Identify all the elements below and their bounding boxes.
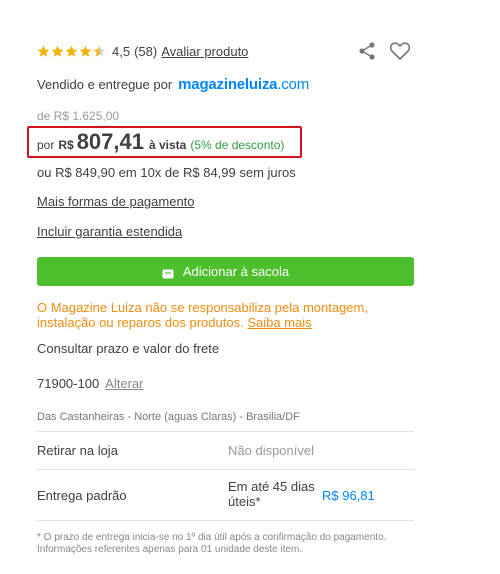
product-buy-panel: 4,5 (58) Avaliar produto Vendido e entre…	[0, 0, 500, 574]
standard-delivery-label: Entrega padrão	[37, 488, 127, 503]
more-payment-link[interactable]: Mais formas de pagamento	[37, 194, 195, 209]
rating-row: 4,5 (58) Avaliar produto	[37, 42, 248, 60]
delivery-address: Das Castanheiras - Norte (aguas Claras) …	[37, 411, 300, 423]
rating-value: 4,5	[112, 43, 131, 59]
cep-value: 71900-100	[37, 376, 100, 391]
assembly-notice: O Magazine Luiza não se responsabiliza p…	[37, 300, 417, 330]
learn-more-link[interactable]: Saiba mais	[247, 315, 311, 330]
pickup-option-status: Não disponível	[228, 443, 314, 458]
star-icon	[79, 45, 92, 58]
divider	[37, 431, 414, 432]
seller-text: Vendido e entregue por	[37, 77, 173, 92]
payment-type: à vista	[148, 138, 187, 152]
seller-info: Vendido e entregue por magazineluiza.com	[37, 76, 309, 93]
standard-delivery-price: R$ 96,81	[322, 488, 375, 503]
delivery-footnote: * O prazo de entrega inicia-se no 1º dia…	[37, 532, 387, 555]
price-currency: R$	[58, 138, 74, 152]
notice-text: O Magazine Luiza não se responsabiliza p…	[37, 300, 368, 330]
bag-icon	[162, 266, 174, 278]
freight-title: Consultar prazo e valor do frete	[37, 341, 220, 356]
standard-delivery-time: Em até 45 dias úteis*	[228, 479, 315, 509]
change-cep-link[interactable]: Alterar	[105, 376, 143, 391]
price-value: 807,41	[76, 129, 144, 154]
star-icon	[37, 45, 50, 58]
share-icon[interactable]	[357, 41, 377, 61]
brand-name: magazineluiza	[178, 76, 278, 93]
rating-stars	[37, 45, 106, 58]
old-price: de R$ 1.625,00	[37, 109, 120, 123]
price-prefix: por	[37, 138, 55, 152]
star-icon	[93, 45, 106, 58]
add-to-bag-label: Adicionar à sacola	[182, 264, 290, 279]
star-icon	[51, 45, 64, 58]
main-price: por R$ 807,41 à vista (5% de desconto)	[37, 129, 284, 155]
installments-text: ou R$ 849,90 em 10x de R$ 84,99 sem juro…	[37, 165, 296, 180]
heart-icon[interactable]	[389, 41, 411, 61]
divider	[37, 469, 414, 470]
review-product-link[interactable]: Avaliar produto	[161, 44, 248, 59]
pickup-option-label: Retirar na loja	[37, 443, 118, 458]
cep-row: 71900-100 Alterar	[37, 376, 143, 391]
divider	[37, 520, 414, 521]
rating-count: (58)	[134, 43, 158, 59]
add-to-bag-button[interactable]: Adicionar à sacola	[37, 257, 414, 286]
discount-text: (5% de desconto)	[190, 138, 285, 152]
seller-brand-link[interactable]: magazineluiza.com	[178, 76, 309, 93]
star-icon	[65, 45, 78, 58]
brand-suffix: .com	[277, 76, 309, 93]
extended-warranty-link[interactable]: Incluir garantia estendida	[37, 224, 182, 239]
